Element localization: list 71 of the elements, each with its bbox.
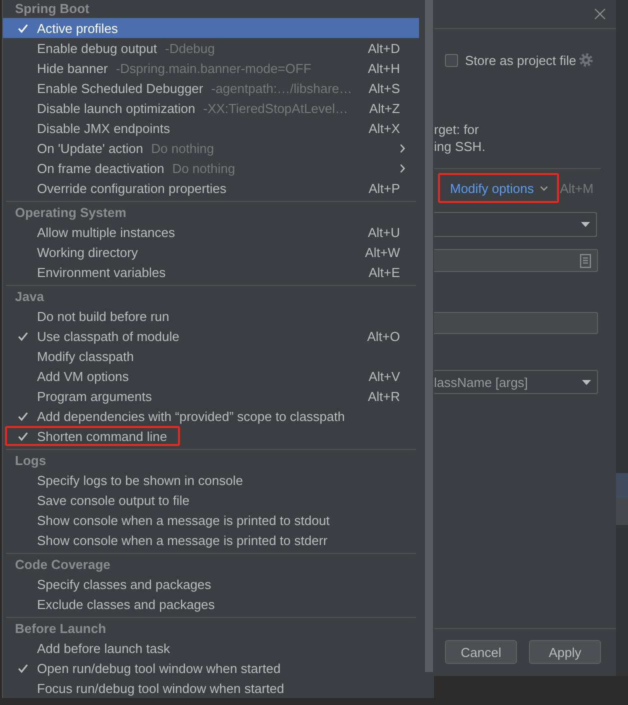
checkbox-label[interactable]: Store as project file — [465, 52, 576, 68]
menu-item[interactable]: Environment variables Alt+E — [3, 262, 419, 282]
menu-item[interactable]: Override configuration properties Alt+P — [3, 178, 419, 198]
input-field[interactable] — [434, 312, 598, 334]
shortcut-label: Alt+U — [368, 224, 400, 240]
option-hint: Do nothing — [172, 160, 236, 176]
dropdown-field[interactable] — [434, 212, 597, 237]
menu-item[interactable]: Disable launch optimization -XX:TieredStopAtLevel… Alt+Z — [3, 98, 419, 118]
menu-item[interactable]: Use classpath of module Alt+O — [3, 326, 419, 346]
menu-item[interactable]: Add dependencies with “provided” scope to classpath — [3, 406, 419, 426]
menu-item[interactable]: On 'Update' action Do nothing — [3, 138, 419, 158]
menu-item[interactable]: Working directory Alt+W — [3, 242, 419, 262]
menu-item[interactable]: Disable JMX endpoints Alt+X — [3, 118, 419, 138]
menu-item[interactable]: Active profiles — [3, 18, 419, 38]
section-header: Java — [14, 288, 45, 306]
shortcut-label: Alt+V — [368, 368, 400, 384]
section-header: Logs — [14, 452, 48, 470]
shortcut-label: Alt+M — [560, 180, 594, 196]
description-text: rget: for ing SSH. — [434, 121, 486, 155]
menu-item[interactable]: Exclude classes and packages — [3, 594, 419, 614]
menu-item[interactable]: Specify classes and packages — [3, 574, 419, 594]
list-row — [616, 473, 628, 499]
shortcut-label: Alt+W — [364, 244, 400, 260]
shortcut-label: Alt+D — [368, 40, 400, 56]
menu-item[interactable]: Show console when a message is printed to stdout — [3, 510, 419, 530]
scrollbar-thumb[interactable] — [425, 0, 433, 672]
checkbox[interactable] — [445, 54, 458, 66]
menu-item[interactable]: Enable Scheduled Debugger -agentpath:…/libshare… Alt+S — [3, 78, 419, 98]
chevron-down-icon — [540, 186, 548, 190]
shortcut-label: Alt+R — [368, 388, 400, 404]
section-header: Code Coverage — [14, 556, 112, 574]
cancel-button[interactable]: Cancel — [445, 640, 517, 664]
section-header: Operating System — [14, 204, 128, 222]
menu-item[interactable]: Allow multiple instances Alt+U — [3, 222, 419, 242]
option-hint: Do nothing — [151, 140, 214, 156]
document-icon[interactable] — [580, 254, 591, 268]
menu-item[interactable]: Add before launch task — [3, 638, 419, 658]
settings-icon[interactable] — [579, 53, 594, 67]
menu-item[interactable]: Focus run/debug tool window when started — [3, 678, 419, 698]
option-hint: -Dspring.main.banner-mode=OFF — [116, 60, 312, 76]
shortcut-label: Alt+Z — [369, 100, 400, 116]
shortcut-label: Alt+S — [368, 80, 400, 96]
shortcut-label: Alt+P — [368, 180, 400, 196]
menu-item[interactable]: Open run/debug tool window when started — [3, 658, 419, 678]
menu-item[interactable]: Add VM options Alt+V — [3, 366, 419, 386]
section-header: Spring Boot — [14, 0, 90, 18]
menu-item[interactable]: Modify classpath — [3, 346, 419, 366]
close-icon[interactable] — [594, 8, 606, 20]
dropdown-arrow-icon — [582, 380, 591, 384]
shortcut-label: Alt+X — [368, 120, 400, 136]
menu-item[interactable]: Shorten command line — [3, 426, 419, 446]
dropdown-arrow-icon — [581, 222, 590, 227]
shortcut-label: Alt+O — [367, 328, 400, 344]
menu-item[interactable]: Program arguments Alt+R — [3, 386, 419, 406]
menu-item[interactable]: Save console output to file — [3, 490, 419, 510]
menu-item[interactable]: Specify logs to be shown in console — [3, 470, 419, 490]
menu-item[interactable]: Do not build before run — [3, 306, 419, 326]
section-header: Before Launch — [14, 620, 108, 638]
apply-button[interactable]: Apply — [529, 640, 601, 664]
menu-item[interactable]: Hide banner -Dspring.main.banner-mode=OFF Alt+H — [3, 58, 419, 78]
modify-options-link[interactable]: Modify options — [450, 180, 548, 196]
input-field[interactable] — [434, 249, 598, 272]
option-hint: -agentpath:…/libshare… — [211, 80, 352, 96]
menu-item[interactable]: Enable debug output -Ddebug Alt+D — [3, 38, 419, 58]
menu-item[interactable]: Show console when a message is printed to stderr — [3, 530, 419, 550]
menu-item[interactable]: On frame deactivation Do nothing — [3, 158, 419, 178]
shortcut-label: Alt+E — [368, 264, 400, 280]
option-hint: -XX:TieredStopAtLevel… — [203, 100, 348, 116]
shortcut-label: Alt+H — [368, 60, 400, 76]
dropdown-field[interactable]: lassName [args] — [434, 370, 598, 394]
option-hint: -Ddebug — [165, 40, 215, 56]
